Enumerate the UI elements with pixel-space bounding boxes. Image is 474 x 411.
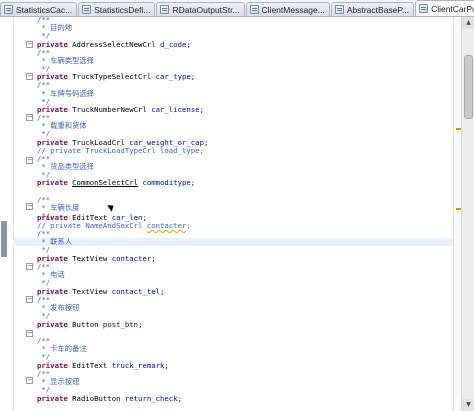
tab-rdataoutputstr[interactable]: RDataOutputStr... xyxy=(156,2,245,16)
java-file-icon xyxy=(4,5,13,14)
left-ruler xyxy=(0,17,14,411)
vertical-scrollbar[interactable]: ▲ ▼ xyxy=(461,17,474,411)
punctuation: ; xyxy=(190,72,196,81)
code-line: private AddressSelectNewCrl d_code; xyxy=(37,41,191,49)
comment-warning-text: contacter xyxy=(146,221,187,230)
tab-label: ClientMessage... xyxy=(261,4,325,15)
type-name: TruckNumberNewCrl xyxy=(72,105,152,114)
keyword: private xyxy=(37,178,73,187)
comment-text: /** xyxy=(37,80,51,89)
tab-clientcarpubli[interactable]: ClientCarPubli... xyxy=(415,0,474,16)
type-link[interactable]: CommonSelectCrl xyxy=(72,178,138,187)
tab-statisticsdefi[interactable]: StatisticsDefi... xyxy=(78,2,156,16)
comment-text: // private TruckLoadTypeCrl load_type; xyxy=(37,146,204,155)
code-line: */ xyxy=(37,246,50,254)
code-line: private TextView contacter; xyxy=(37,255,156,263)
keyword: private xyxy=(37,320,73,329)
code-line: */ xyxy=(37,312,50,320)
comment-text: */ xyxy=(37,278,51,287)
punctuation: ; xyxy=(177,394,182,403)
tab-label: RDataOutputStr... xyxy=(172,4,240,15)
code-line: // private NameAndSexCrl contacter; xyxy=(37,222,191,230)
tab-clientmessage[interactable]: ClientMessage... xyxy=(245,2,330,16)
type-name: TextView xyxy=(72,254,112,263)
code-line: */ xyxy=(37,386,50,394)
code-line: private Button post_btn; xyxy=(37,321,142,329)
fold-collapse-icon[interactable]: − xyxy=(26,377,33,384)
code-line: private TruckNumberNewCrl car_license; xyxy=(37,106,204,114)
scrollbar-thumb[interactable] xyxy=(464,55,473,119)
field-name: contacter xyxy=(111,254,152,263)
code-line: */ xyxy=(37,353,50,361)
fold-collapse-icon[interactable]: − xyxy=(26,296,33,303)
fold-collapse-icon[interactable]: − xyxy=(26,263,33,270)
punctuation: ; xyxy=(160,287,165,296)
tab-abstractbasep[interactable]: AbstractBaseP... xyxy=(330,2,415,16)
fold-collapse-icon[interactable]: − xyxy=(26,41,33,48)
field-name: commoditype xyxy=(142,178,191,187)
code-line: private CommonSelectCrl commoditype; xyxy=(37,179,195,187)
editor-tab-bar: StatisticsCac... StatisticsDefi... RData… xyxy=(0,0,474,17)
current-line: * 联系人 xyxy=(13,238,453,246)
field-name: return_check xyxy=(124,394,178,403)
mouse-pointer-icon xyxy=(107,202,116,212)
code-line: private EditText truck_remark; xyxy=(37,362,169,370)
code-line: private TextView contact_tel; xyxy=(37,288,164,296)
type-name: TruckTypeSelectCrl xyxy=(72,72,156,81)
field-name: contact_tel xyxy=(111,287,161,296)
type-name: RadioButton xyxy=(72,394,125,403)
java-file-icon xyxy=(82,5,92,14)
field-name: post_btn xyxy=(102,320,139,329)
keyword: private xyxy=(37,394,73,403)
code-line: /** xyxy=(37,81,50,89)
comment-text: */ xyxy=(37,385,51,394)
java-file-icon xyxy=(249,5,259,14)
punctuation: ; xyxy=(203,138,209,147)
punctuation: ; xyxy=(164,361,169,370)
punctuation: ; xyxy=(151,254,156,263)
arrow-down-icon[interactable]: ▼ xyxy=(462,399,474,411)
fold-collapse-icon[interactable]: − xyxy=(26,203,33,210)
code-line: */ xyxy=(37,130,50,138)
comment-text: // private NameAndSexCrl xyxy=(37,221,147,230)
fold-collapse-icon[interactable]: − xyxy=(26,73,33,80)
fold-collapse-icon[interactable]: − xyxy=(26,157,33,164)
java-file-icon xyxy=(160,5,170,14)
type-name: AddressSelectNewCrl xyxy=(72,40,161,49)
type-name: TextView xyxy=(72,287,112,296)
field-name: truck_remark xyxy=(111,361,165,370)
code-editor[interactable]: − − − − − − − − − /** * 目的地 */ private A… xyxy=(13,17,453,411)
comment-text: */ xyxy=(37,311,51,320)
code-line: private TruckTypeSelectCrl car_type; xyxy=(37,73,195,81)
java-file-icon xyxy=(334,5,344,14)
code-line: private RadioButton return_check; xyxy=(37,395,182,403)
type-name: EditText xyxy=(72,361,112,370)
tab-statisticscac[interactable]: StatisticsCac... xyxy=(0,2,78,16)
comment-text: */ xyxy=(37,31,51,40)
punctuation: ; xyxy=(199,105,204,114)
fold-collapse-icon[interactable]: − xyxy=(26,330,33,337)
field-name: car_license xyxy=(151,105,200,114)
type-name: Button xyxy=(72,320,103,329)
java-file-icon xyxy=(419,4,429,13)
punctuation: ; xyxy=(186,40,191,49)
punctuation: ; xyxy=(138,320,143,329)
fold-collapse-icon[interactable]: − xyxy=(26,114,33,121)
arrow-up-icon[interactable]: ▲ xyxy=(462,17,474,29)
comment-text: */ xyxy=(37,352,51,361)
code-line: // private TruckLoadTypeCrl load_type; xyxy=(37,147,204,155)
tab-label: ClientCarPubli... xyxy=(431,3,474,14)
comment-text: */ xyxy=(37,245,51,254)
change-marker xyxy=(1,221,7,257)
field-name: car_type xyxy=(155,72,191,81)
punctuation: ; xyxy=(190,178,196,187)
comment-text: */ xyxy=(37,129,51,138)
code-line: */ xyxy=(37,32,50,40)
tab-label: StatisticsDefi... xyxy=(94,4,151,15)
tab-label: AbstractBaseP... xyxy=(346,4,410,15)
field-name: d_code xyxy=(160,40,187,49)
comment-text: ; xyxy=(186,221,191,230)
tab-label: StatisticsCac... xyxy=(16,4,73,15)
code-line: */ xyxy=(37,279,50,287)
